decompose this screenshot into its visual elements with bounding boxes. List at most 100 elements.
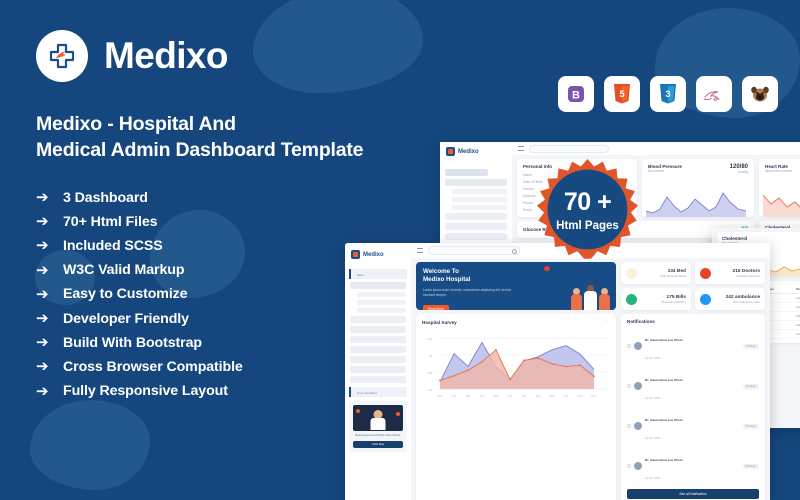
sidebar-item[interactable] xyxy=(452,197,507,202)
stat-card-bills: 175 Bills Pharmacy Medics xyxy=(621,288,691,310)
sass-icon xyxy=(696,76,732,112)
svg-text:Sep: Sep xyxy=(550,394,555,398)
hamburger-icon[interactable] xyxy=(518,146,524,151)
notification-date: 25 Feb, 2021 xyxy=(645,357,661,360)
feature-label: Developer Friendly xyxy=(63,310,189,327)
svg-text:B: B xyxy=(572,90,580,102)
preview-brand: Medixo xyxy=(440,142,512,161)
hospital-survey-chart: 100 75 50 25 Jan Feb Mar Apr May Jun Jul Aug Sep… xyxy=(427,337,608,398)
stat-card-doctors: 215 Doctors Available Doctors xyxy=(695,262,765,284)
welcome-body: Lorem ipsum dolor sit amet, consectetur … xyxy=(423,287,512,297)
see-all-notifications-button[interactable]: See all Notification xyxy=(627,489,759,499)
list-item: ➔ Fully Responsive Layout xyxy=(36,379,430,403)
feature-label: Fully Responsive Layout xyxy=(63,383,228,400)
bed-icon xyxy=(626,267,637,279)
card-title: Notifications xyxy=(627,319,655,324)
sidebar-item[interactable] xyxy=(445,233,507,240)
notification-date: 18 Feb, 2021 xyxy=(645,477,661,480)
tech-badge-row: B 5 3 xyxy=(558,76,778,112)
headline-line-2: Medical Admin Dashboard Template xyxy=(36,138,364,161)
doctor-icon xyxy=(700,267,711,279)
svg-text:Nov: Nov xyxy=(578,394,584,398)
sidebar-item[interactable] xyxy=(445,223,507,230)
search-input[interactable] xyxy=(529,144,609,153)
css3-icon: 3 xyxy=(650,76,686,112)
search-input[interactable] xyxy=(428,246,520,255)
arrow-right-icon: ➔ xyxy=(36,261,49,279)
stat-value: 215 Doctors xyxy=(732,268,760,274)
card-unit: mmHg xyxy=(738,170,748,174)
table-column-header: Status xyxy=(793,285,800,294)
svg-text:Jan: Jan xyxy=(438,394,443,398)
html5-icon: 5 xyxy=(604,76,640,112)
arrow-right-icon: ➔ xyxy=(36,237,49,255)
arrow-right-icon: ➔ xyxy=(36,213,49,231)
unread-dot-icon xyxy=(627,464,631,468)
svg-text:Apr: Apr xyxy=(480,394,484,398)
svg-text:Aug: Aug xyxy=(536,394,541,398)
seal-caption: Html Pages xyxy=(556,219,619,232)
feature-label: W3C Valid Markup xyxy=(63,262,185,279)
preview-brand-label: Medixo xyxy=(458,148,479,155)
notification-date: 24 Feb, 2021 xyxy=(645,397,661,400)
feature-label: Easy to Customize xyxy=(63,286,188,303)
feature-label: 70+ Html Files xyxy=(63,213,158,230)
heart-rate-chart xyxy=(763,194,800,217)
arrow-right-icon: ➔ xyxy=(36,189,49,207)
svg-text:5: 5 xyxy=(619,89,624,99)
heart-icon xyxy=(544,266,550,271)
list-item: ➔ W3C Valid Markup xyxy=(36,258,430,282)
notification-time: 11:00 am xyxy=(742,383,759,389)
svg-text:May: May xyxy=(493,394,499,398)
sidebar-item[interactable] xyxy=(445,213,507,220)
heart-rate-card: Heart Rate Above the normal xyxy=(759,159,800,217)
sidebar-item[interactable] xyxy=(445,179,507,186)
svg-text:Oct: Oct xyxy=(564,394,569,398)
notification-time: 10:30 am xyxy=(742,343,759,349)
list-item: ➔ 70+ Html Files xyxy=(36,210,430,234)
list-item: ➔ Easy to Customize xyxy=(36,282,430,306)
list-item: ➔ Included SCSS xyxy=(36,234,430,258)
feature-list: ➔ 3 Dashboard ➔ 70+ Html Files ➔ Included S… xyxy=(36,185,430,403)
pug-icon xyxy=(742,76,778,112)
card-subtitle: Above the normal xyxy=(765,169,792,173)
brand-name: Medixo xyxy=(104,35,228,76)
list-item[interactable]: Dr. Adam Send you Photo 24 Feb, 2021 11:0… xyxy=(627,368,759,404)
headline-line-1: Medixo - Hospital And xyxy=(36,113,236,135)
notification-text: Dr. Adam Send you Photo xyxy=(645,418,683,422)
sidebar-item[interactable] xyxy=(452,205,507,210)
notification-time: 01:15 pm xyxy=(742,423,759,429)
stat-label: Available Doctors xyxy=(735,273,760,278)
seal-number: 70 + xyxy=(563,187,612,216)
notification-text: Dr. Adam Send you Photo xyxy=(645,458,683,462)
list-item[interactable]: Dr. Adam Send you Photo 18 Feb, 2021 09:4… xyxy=(627,448,759,484)
blood-pressure-card: Blood Pressure It's normal 120/80 mmHg xyxy=(642,159,754,217)
card-subtitle: It's normal xyxy=(648,169,664,173)
notification-text: Dr. Adam Send you Photo xyxy=(645,378,683,382)
list-item: ➔ 3 Dashboard xyxy=(36,185,430,209)
list-item[interactable]: Dr. Adam Send you Photo 25 Feb, 2021 10:3… xyxy=(627,328,759,364)
feature-label: Included SCSS xyxy=(63,237,163,254)
list-item[interactable]: Dr. Adam Send you Photo 20 Feb, 2021 01:1… xyxy=(627,408,759,444)
page-title: Medixo - Hospital And Medical Admin Dash… xyxy=(36,112,430,163)
welcome-banner: Welcome To Medixo Hospital Lorem ipsum d… xyxy=(416,262,616,310)
ambulance-icon xyxy=(700,293,711,305)
notification-date: 20 Feb, 2021 xyxy=(645,437,661,440)
medical-cross-icon xyxy=(446,147,455,156)
stat-label: Total Hospital Beds xyxy=(659,273,686,278)
unread-dot-icon xyxy=(627,344,631,348)
sidebar-item[interactable] xyxy=(452,189,507,194)
preview-sidebar: Medixo xyxy=(440,142,512,252)
unread-dot-icon xyxy=(627,424,631,428)
bootstrap-icon: B xyxy=(558,76,594,112)
list-item: ➔ Build With Bootstrap xyxy=(36,331,430,355)
list-item: ➔ Developer Friendly xyxy=(36,306,430,330)
notifications-card: Notifications Dr. Adam Send you Photo 25 … xyxy=(621,314,765,500)
avatar xyxy=(634,422,642,430)
feature-label: 3 Dashboard xyxy=(63,189,148,206)
arrow-right-icon: ➔ xyxy=(36,285,49,303)
brand-row: Medixo xyxy=(36,30,430,82)
unread-dot-icon xyxy=(627,384,631,388)
arrow-right-icon: ➔ xyxy=(36,382,49,400)
more-options-icon[interactable]: ⋯ xyxy=(605,319,611,325)
